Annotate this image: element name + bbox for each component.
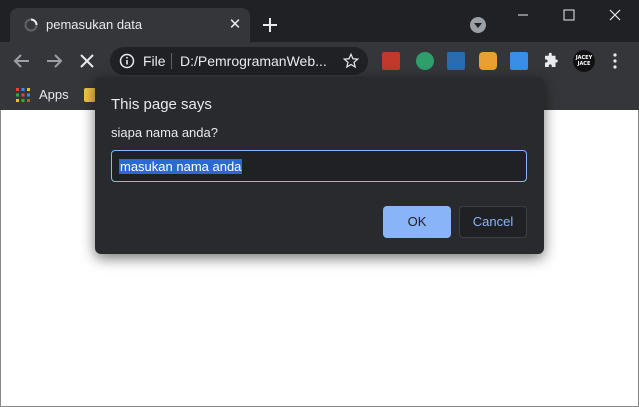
cancel-button[interactable]: Cancel [459, 206, 527, 238]
tab-strip: pemasukan data ✕ [0, 0, 639, 42]
tab-search-dropdown-icon[interactable] [470, 17, 486, 33]
forward-arrow-icon[interactable] [42, 49, 66, 73]
bookmark-star-icon[interactable] [342, 52, 360, 70]
extension-3-icon[interactable] [447, 52, 465, 70]
extension-1-icon[interactable] [382, 52, 400, 70]
browser-toolbar: File D:/PemrogramanWeb... JACEY JACE [0, 42, 639, 80]
prompt-dialog: This page says siapa nama anda? masukan … [95, 77, 544, 254]
loading-spinner-icon [24, 18, 38, 32]
tab-active[interactable]: pemasukan data ✕ [10, 8, 250, 42]
close-window-icon[interactable] [592, 0, 638, 30]
url-scheme-label: File [143, 53, 166, 69]
address-separator [171, 53, 172, 69]
prompt-text-input[interactable]: masukan nama anda [111, 150, 527, 182]
ok-button[interactable]: OK [383, 206, 451, 238]
address-bar[interactable]: File D:/PemrogramanWeb... [110, 47, 368, 75]
extension-2-icon[interactable] [416, 52, 434, 70]
dialog-title: This page says [111, 96, 212, 113]
minimize-window-icon[interactable] [500, 0, 546, 30]
extension-5-icon[interactable] [510, 52, 528, 70]
tab-close-icon[interactable]: ✕ [226, 16, 244, 34]
more-menu-icon[interactable] [611, 52, 619, 70]
site-info-icon[interactable] [119, 53, 135, 69]
url-text[interactable]: D:/PemrogramanWeb... [180, 53, 330, 69]
dialog-message: siapa nama anda? [111, 125, 218, 140]
maximize-window-icon[interactable] [546, 0, 592, 30]
apps-bookmark-label[interactable]: Apps [39, 87, 69, 102]
profile-avatar[interactable]: JACEY JACE [573, 50, 595, 72]
avatar-text-line2: JACE [577, 61, 591, 67]
tab-title: pemasukan data [46, 17, 143, 32]
apps-grid-icon[interactable] [16, 88, 30, 102]
stop-loading-icon[interactable] [75, 49, 99, 73]
extension-4-icon[interactable] [479, 52, 497, 70]
back-arrow-icon[interactable] [10, 49, 34, 73]
new-tab-plus-icon[interactable] [259, 14, 281, 36]
prompt-input-value: masukan nama anda [119, 159, 243, 174]
extensions-puzzle-icon[interactable] [542, 52, 560, 70]
